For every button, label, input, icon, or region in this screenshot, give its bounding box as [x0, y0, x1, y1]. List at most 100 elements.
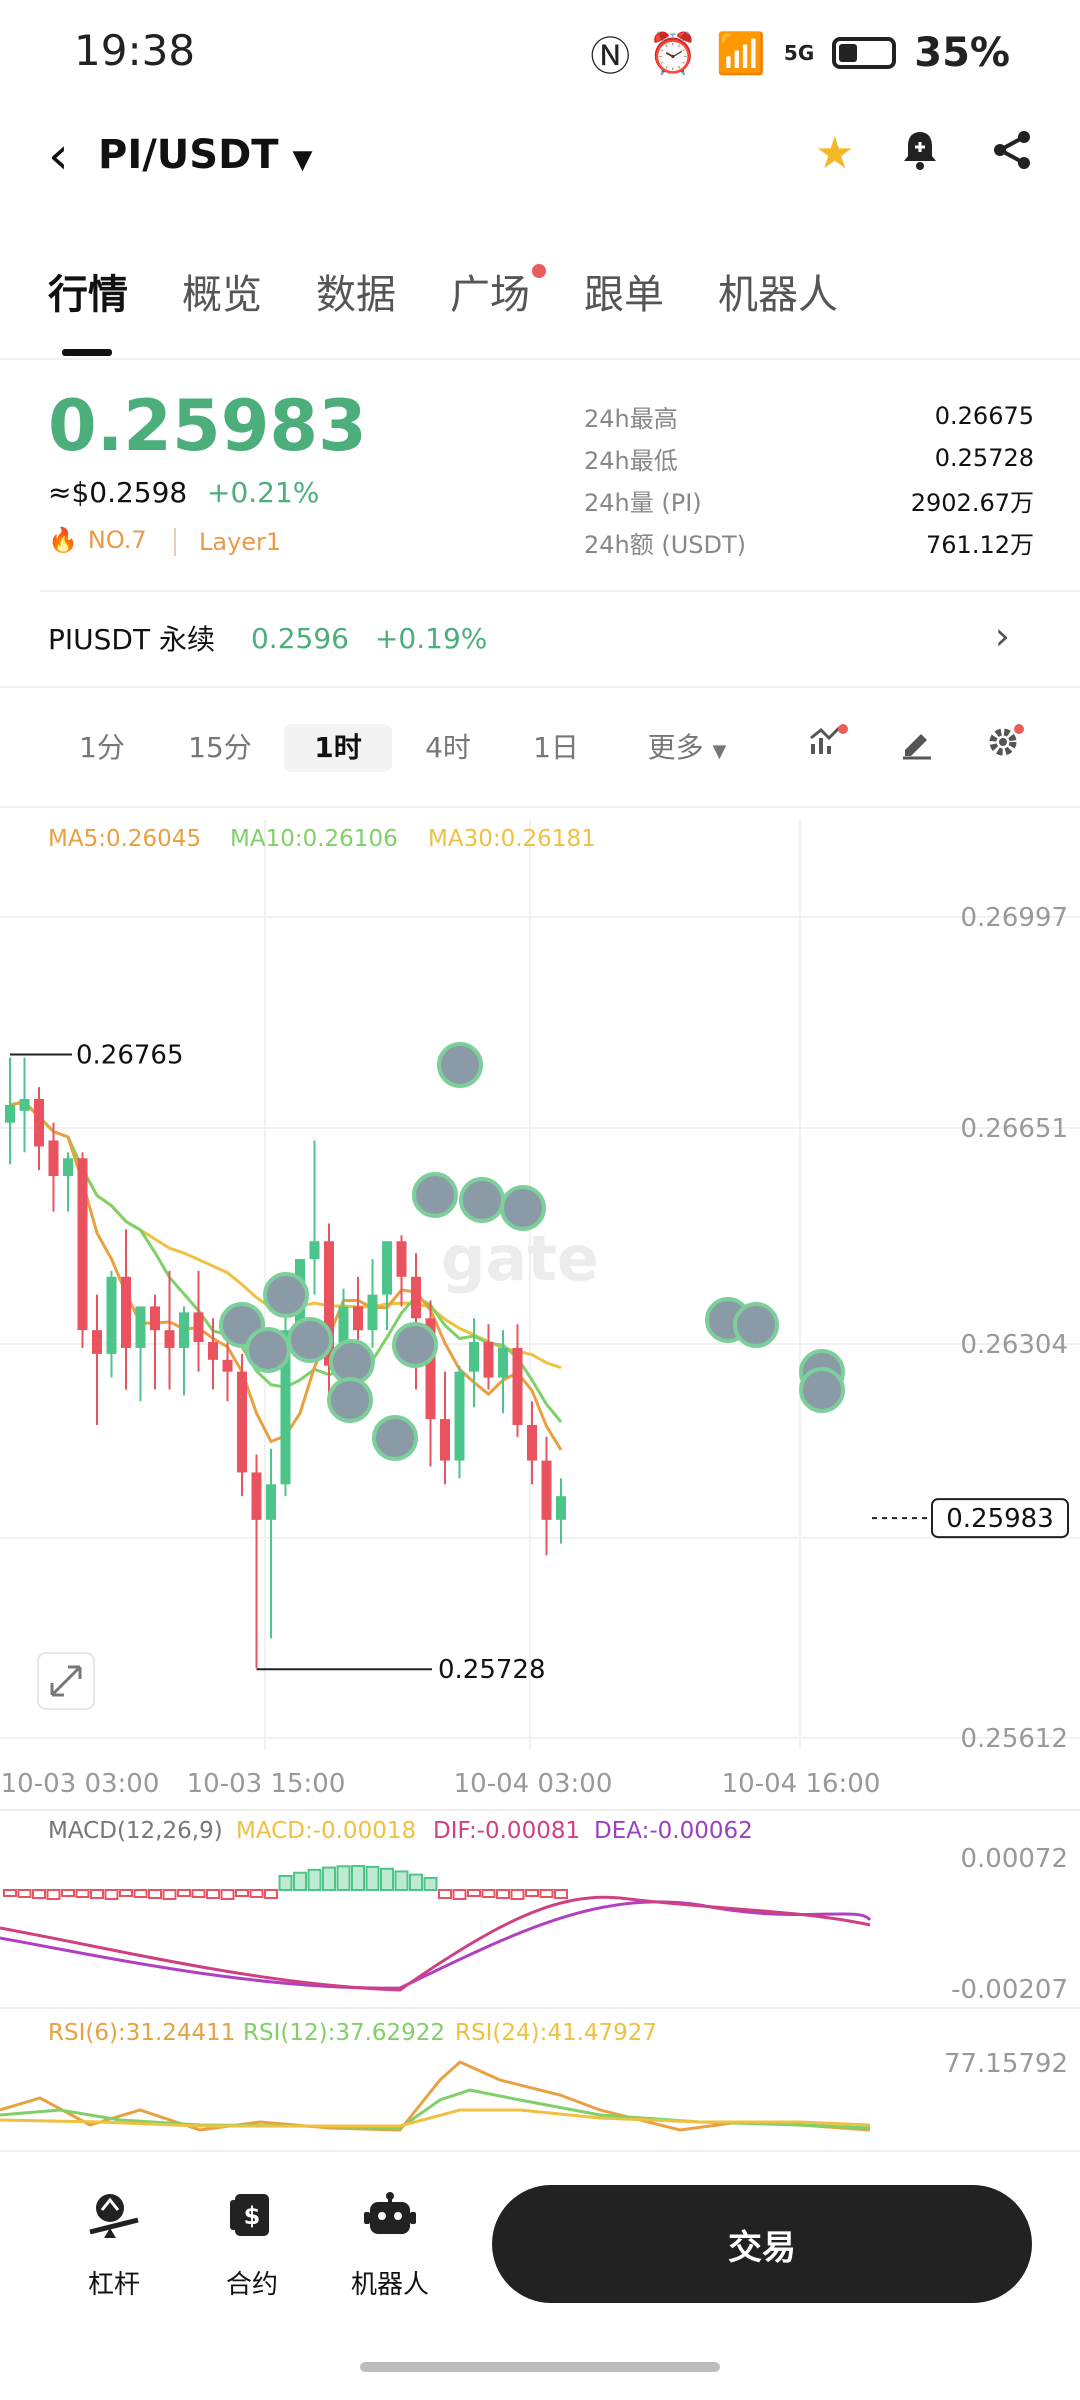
tab-bot[interactable]: 机器人 [718, 262, 838, 320]
ma30-label: MA30:0.26181 [428, 826, 596, 852]
post-avatar-icon [412, 1172, 458, 1218]
macd-bar [351, 1865, 365, 1891]
post-avatar-icon [372, 1415, 418, 1461]
divider [0, 686, 1080, 688]
indicator-icon[interactable] [804, 724, 854, 772]
macd-bar [293, 1871, 307, 1891]
candle-body [353, 1306, 363, 1331]
macd-bar [322, 1866, 336, 1892]
x-tick-label: 10-03 15:00 [187, 1769, 346, 1799]
tab-copy-trade[interactable]: 跟单 [584, 262, 664, 320]
chart-svg[interactable]: gate MA5:0.26045 MA10:0.26106 MA30:0.26181 0… [0, 810, 1080, 2150]
rank-badge[interactable]: 🔥 NO.7 [48, 526, 147, 554]
macd-bar [264, 1889, 278, 1899]
candle-body [150, 1306, 160, 1331]
tab-square[interactable]: 广场 [450, 262, 546, 320]
macd-bar [365, 1865, 380, 1891]
post-avatar-icon [329, 1339, 375, 1385]
chevron-down-icon: ▼ [712, 741, 727, 762]
nav-contract[interactable]: $ 合约 [192, 2190, 312, 2301]
macd-bar [380, 1867, 394, 1892]
rsi-tick-label: 77.15792 [944, 2049, 1068, 2079]
macd-bar [423, 1876, 438, 1891]
candle-body [367, 1294, 378, 1331]
pair-selector[interactable]: PI/USDT ▼ [98, 132, 313, 178]
macd-bar [510, 1889, 525, 1900]
stat-value: 761.12万 [926, 530, 1034, 559]
interval-4h[interactable]: 4时 [408, 724, 488, 772]
gear-icon[interactable] [980, 724, 1030, 772]
dea-line [0, 1900, 872, 1990]
rsi12-value: RSI(12):37.62922 [243, 2020, 445, 2046]
bell-icon[interactable] [900, 128, 940, 183]
candle-body [440, 1419, 450, 1461]
price-change: +0.21% [207, 476, 320, 509]
macd-bar [438, 1889, 452, 1899]
post-avatar-icon [327, 1377, 373, 1423]
home-indicator[interactable] [360, 2362, 720, 2372]
watermark: gate [441, 1222, 599, 1295]
stat-row: 24h量 (PI) 2902.67万 [584, 479, 1034, 521]
candle-body [222, 1359, 233, 1372]
tab-underline [62, 349, 112, 356]
nav-bot[interactable]: 机器人 [330, 2190, 450, 2301]
candle-body [512, 1347, 523, 1426]
stat-label: 24h最低 [584, 446, 678, 475]
macd-bar [409, 1873, 423, 1891]
x-tick-label: 10-03 03:00 [1, 1769, 160, 1799]
interval-more[interactable]: 更多 ▼ [632, 724, 742, 772]
status-bar: 19:38 Ⓝ ⏰ 📶 5G 35% [0, 0, 1080, 100]
macd-bar [481, 1889, 496, 1898]
category-tag[interactable]: Layer1 [199, 528, 281, 556]
interval-1d[interactable]: 1日 [516, 724, 596, 772]
battery-percent: 35% [914, 30, 1010, 76]
share-icon[interactable] [990, 128, 1034, 183]
stats-panel: 24h最高 0.26675 24h最低 0.25728 24h量 (PI) 2902.… [584, 395, 1034, 563]
nav-leverage[interactable]: 杠杆 [54, 2190, 174, 2301]
post-avatar-icon [799, 1367, 845, 1413]
nfc-icon: Ⓝ [590, 34, 631, 80]
macd-bar [61, 1889, 75, 1897]
macd-bar [278, 1875, 293, 1891]
rsi6-value: RSI(6):31.24411 [48, 2020, 235, 2046]
nav-bot-label: 机器人 [350, 2270, 429, 2300]
ma10-label: MA10:0.26106 [230, 826, 398, 852]
stat-value: 0.25728 [934, 444, 1034, 472]
candle-body [237, 1371, 247, 1473]
kline-chart[interactable]: gate MA5:0.26045 MA10:0.26106 MA30:0.26181 0… [0, 810, 1080, 2150]
tab-overview[interactable]: 概览 [182, 262, 262, 320]
svg-text:$: $ [244, 2202, 261, 2230]
interval-15m[interactable]: 15分 [170, 724, 270, 772]
macd-bar [206, 1889, 220, 1899]
y-tick-label: 0.26304 [960, 1330, 1068, 1360]
notification-dot [532, 264, 546, 278]
candle-body [92, 1330, 102, 1354]
tab-data[interactable]: 数据 [316, 262, 396, 320]
status-time: 19:38 [74, 26, 196, 75]
perpetual-change: +0.19% [374, 621, 488, 655]
stat-value: 0.26675 [934, 402, 1034, 430]
post-avatar-icon [392, 1322, 438, 1368]
pair-name: PI/USDT [98, 132, 279, 178]
draw-tool-icon[interactable] [892, 724, 942, 772]
post-avatar-icon [459, 1177, 505, 1223]
macd-bar [307, 1868, 322, 1891]
perpetual-row[interactable]: PIUSDT 永续 0.2596 +0.19% [48, 618, 487, 658]
macd-label: MACD(12,26,9) [48, 1818, 223, 1844]
interval-1m[interactable]: 1分 [62, 724, 142, 772]
chevron-right-icon[interactable]: › [995, 614, 1010, 658]
back-arrow-icon[interactable]: ‹ [48, 126, 69, 186]
y-tick-label: 0.26997 [960, 903, 1068, 933]
macd-bar [554, 1889, 568, 1899]
divider [0, 358, 1080, 360]
star-icon[interactable]: ★ [815, 128, 854, 179]
candle-body [121, 1276, 131, 1348]
fiat-price: ≈$0.2598 [48, 476, 188, 509]
interval-1h[interactable]: 1时 [284, 724, 392, 772]
divider [174, 528, 176, 556]
trade-button[interactable]: 交易 [492, 2185, 1032, 2303]
wifi-icon: 📶 [716, 30, 766, 77]
stat-label: 24h量 (PI) [584, 488, 702, 517]
tab-market[interactable]: 行情 [48, 262, 128, 320]
interval-bar: 1分 15分 1时 4时 1日 更多 ▼ [0, 712, 1080, 784]
